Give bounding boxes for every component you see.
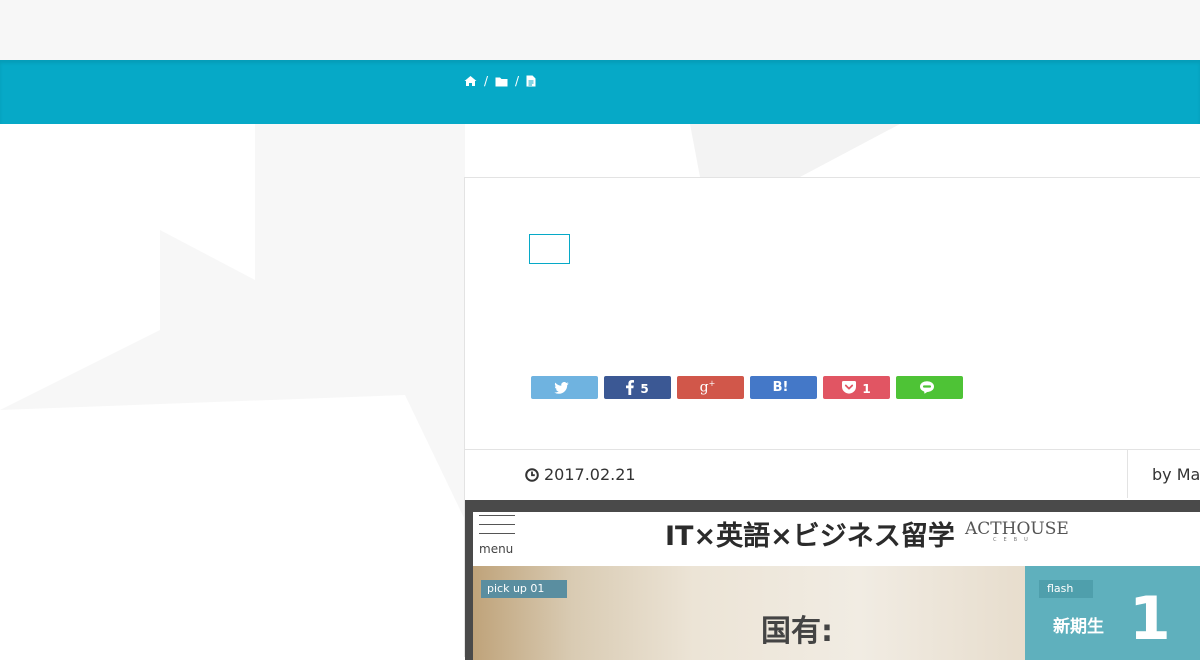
breadcrumb-band xyxy=(0,60,1200,124)
hatena-bookmark-icon: B! xyxy=(772,380,789,395)
hamburger-menu-icon xyxy=(479,515,515,542)
flash-text: 新期生 xyxy=(1053,617,1104,637)
share-pocket-button[interactable]: 1 xyxy=(823,376,890,399)
featured-image-title: IT×英語×ビジネス留学 xyxy=(665,521,955,552)
article-meta: 2017.02.21 by Ma xyxy=(465,449,1200,499)
pocket-icon xyxy=(842,381,857,394)
post-date-text: 2017.02.21 xyxy=(544,465,636,484)
featured-image-content: menu IT×英語×ビジネス留学 ACTHOUSE CEBU pick up … xyxy=(473,512,1200,660)
clock-icon xyxy=(525,467,539,482)
post-date: 2017.02.21 xyxy=(525,465,636,484)
flash-number: 1 xyxy=(1129,584,1171,654)
acthouse-logo-sub: CEBU xyxy=(993,537,1035,543)
category-label[interactable] xyxy=(529,234,570,264)
facebook-icon xyxy=(626,380,635,395)
breadcrumb-separator: / xyxy=(515,74,520,88)
share-buttons: 5 g+ B! 1 xyxy=(531,376,963,399)
pickup-label: pick up 01 xyxy=(481,580,567,598)
featured-image-photo: pick up 01 国有: xyxy=(473,566,1025,660)
twitter-icon xyxy=(554,381,569,394)
menu-label: menu xyxy=(479,542,514,556)
site-header xyxy=(0,0,1200,60)
photo-overlay-text: 国有: xyxy=(761,614,833,649)
share-twitter-button[interactable] xyxy=(531,376,598,399)
share-count: 5 xyxy=(640,381,649,396)
google-plus-icon: g+ xyxy=(699,379,716,396)
flash-label: flash xyxy=(1039,580,1093,598)
document-icon xyxy=(526,75,536,87)
featured-image-header: menu IT×英語×ビジネス留学 ACTHOUSE CEBU xyxy=(473,512,1200,566)
share-line-button[interactable] xyxy=(896,376,963,399)
featured-image[interactable]: menu IT×英語×ビジネス留学 ACTHOUSE CEBU pick up … xyxy=(465,500,1200,660)
share-google-plus-button[interactable]: g+ xyxy=(677,376,744,399)
article-card: 5 g+ B! 1 2017.02.21 by Ma menu IT×英語×ビジ… xyxy=(464,177,1200,660)
home-icon[interactable] xyxy=(464,75,477,87)
line-icon xyxy=(919,381,934,394)
meta-divider xyxy=(1127,450,1128,498)
share-facebook-button[interactable]: 5 xyxy=(604,376,671,399)
acthouse-logo: ACTHOUSE xyxy=(965,519,1069,539)
breadcrumb-separator: / xyxy=(484,74,489,88)
post-author[interactable]: by Ma xyxy=(1152,465,1200,484)
breadcrumb: / / xyxy=(464,74,536,88)
share-count: 1 xyxy=(862,381,871,396)
folder-icon[interactable] xyxy=(495,76,508,87)
flash-panel: flash 新期生 1 xyxy=(1025,566,1200,660)
share-hatena-button[interactable]: B! xyxy=(750,376,817,399)
